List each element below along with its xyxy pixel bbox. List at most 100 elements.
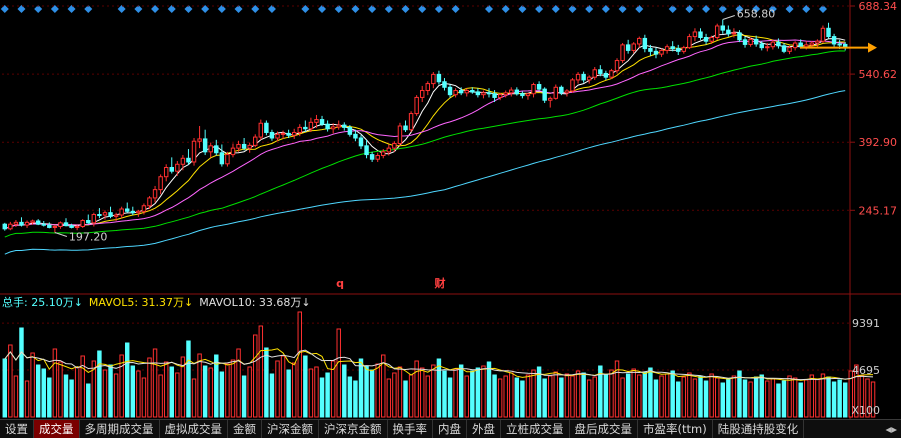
candle-body <box>447 86 453 96</box>
volume-bar <box>453 368 458 418</box>
volume-bar <box>447 377 453 418</box>
candle-body <box>770 41 776 48</box>
volume-bar <box>492 374 497 418</box>
tab-multi-period-volume[interactable]: 多周期成交量 <box>80 420 160 438</box>
tab-inner-volume[interactable]: 内盘 <box>433 420 467 438</box>
tab-outer-volume[interactable]: 外盘 <box>467 420 501 438</box>
candle-body <box>169 167 174 172</box>
volume-bar <box>69 379 74 418</box>
price-annotations: 658.80 197.20 q 财 <box>54 8 877 290</box>
volume-bar <box>831 381 837 418</box>
tab-northbound-holdings[interactable]: 陆股通持股变化 <box>713 420 805 438</box>
volume-bar <box>592 376 597 418</box>
candle-body <box>24 221 30 226</box>
volume-bar <box>625 373 631 418</box>
candle-body <box>202 138 208 153</box>
tab-volume[interactable]: 成交量 <box>34 420 80 438</box>
tab-after-hours-volume[interactable]: 盘后成交量 <box>570 420 638 438</box>
volume-bar <box>41 368 46 418</box>
candle-body <box>664 46 670 51</box>
candle-body <box>247 144 252 149</box>
moving-average-line <box>4 34 846 230</box>
candle-body <box>798 42 803 48</box>
candle-body <box>698 31 703 39</box>
tab-settings[interactable]: 设置 <box>0 420 34 438</box>
tab-virtual-volume[interactable]: 虚拟成交量 <box>160 420 228 438</box>
volume-bar <box>163 361 169 418</box>
volume-unit-label: X100 <box>851 404 880 417</box>
volume-bar <box>531 369 536 418</box>
candle-body <box>397 125 403 145</box>
volume-bar <box>47 377 52 418</box>
volume-bar <box>559 377 564 418</box>
volume-bar <box>13 375 19 418</box>
candle-body <box>709 37 714 42</box>
price-moving-averages <box>4 31 846 255</box>
candle-body <box>297 126 302 133</box>
volume-bar <box>548 375 553 418</box>
volume-bar <box>842 382 848 418</box>
price-tick-label: 392.90 <box>859 136 898 149</box>
candle-body <box>820 27 826 42</box>
candle-body <box>731 32 737 35</box>
tab-shanghai-shenzhen-amount[interactable]: 沪深金额 <box>262 420 319 438</box>
candle-body <box>436 73 442 83</box>
candle-body <box>152 189 158 199</box>
volume-bar <box>191 378 197 418</box>
candle-body <box>609 70 614 78</box>
stock-chart[interactable]: 688.34540.62392.90245.17 658.80197.20q 财 … <box>0 0 901 419</box>
volume-bar <box>353 380 358 418</box>
volume-bar <box>431 364 436 418</box>
tab-sh-sz-bj-amount[interactable]: 沪深京金额 <box>319 420 388 438</box>
candle-body <box>403 125 408 131</box>
candle-body <box>97 214 102 217</box>
price-grid <box>2 5 850 211</box>
tab-pile-volume[interactable]: 立桩成交量 <box>501 420 570 438</box>
volume-bar <box>676 381 681 418</box>
candle-body <box>191 140 197 163</box>
volume-bar <box>247 366 252 418</box>
price-tick-label: 688.34 <box>859 0 898 13</box>
candle-body <box>520 93 525 97</box>
candle-body <box>130 210 136 214</box>
candle-body <box>342 124 347 128</box>
candle-body <box>275 133 280 139</box>
volume-bar <box>280 355 286 418</box>
volume-bar <box>197 353 202 418</box>
tab-pe-ttm[interactable]: 市盈率(ttm) <box>638 420 713 438</box>
volume-bar <box>570 375 575 418</box>
volume-bar <box>369 369 375 418</box>
volume-bar <box>130 365 136 418</box>
volume-bar <box>742 379 748 418</box>
volume-bar <box>425 375 431 418</box>
candle-body <box>291 131 297 136</box>
volume-bar <box>809 374 815 418</box>
candle-body <box>336 124 341 128</box>
candle-body <box>63 222 69 227</box>
signal-diamond <box>585 5 594 13</box>
tab-scroll-arrows[interactable]: ◂▸ <box>881 420 901 438</box>
high-pointer <box>722 15 735 20</box>
volume-bar <box>486 361 492 418</box>
mavol5-value: MAVOL5: 31.37万↓ <box>88 296 194 309</box>
volume-bar <box>581 372 586 418</box>
current-price-arrow-head <box>868 42 877 53</box>
volume-bar <box>319 377 325 418</box>
candle-body <box>492 93 497 98</box>
volume-bar <box>136 370 141 418</box>
volume-bars[interactable] <box>2 311 876 418</box>
volume-total: 总手: 25.10万↓ <box>2 296 83 309</box>
tab-amount[interactable]: 金额 <box>228 420 262 438</box>
volume-bar <box>542 378 547 418</box>
tab-turnover-rate[interactable]: 换手率 <box>388 420 433 438</box>
volume-bar <box>175 372 180 418</box>
candle-body <box>742 39 748 45</box>
candle-body <box>381 151 386 157</box>
candle-body <box>670 46 675 50</box>
candlestick-series[interactable] <box>2 19 848 233</box>
volume-bar <box>664 373 670 418</box>
candle-body <box>726 29 731 35</box>
volume-bar <box>35 364 41 418</box>
candle-body <box>564 90 570 94</box>
volume-bar <box>637 374 642 418</box>
